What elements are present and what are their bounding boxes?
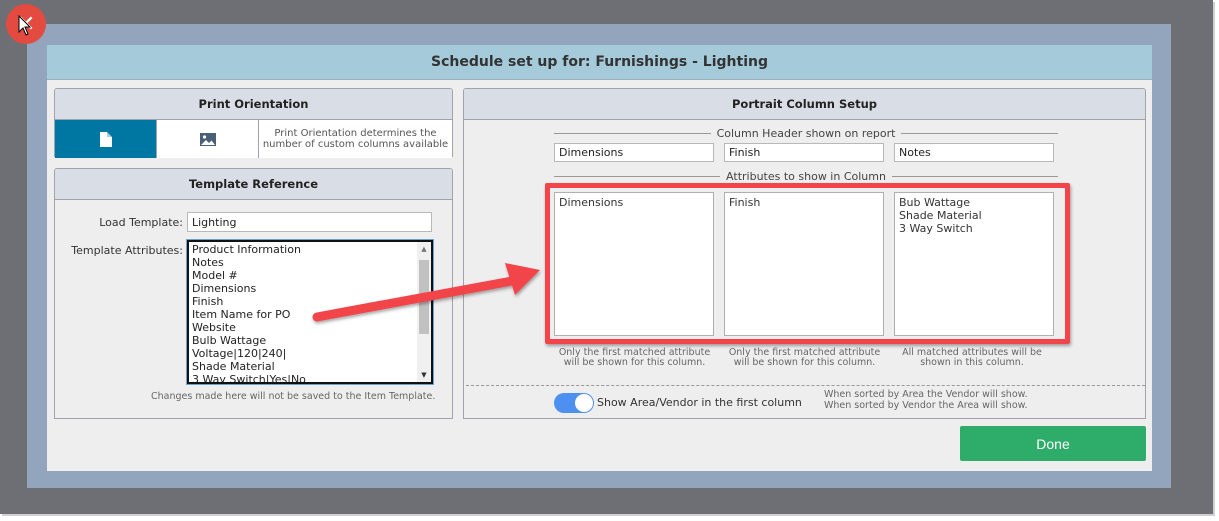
portrait-column-heading: Portrait Column Setup xyxy=(464,89,1145,120)
section-divider xyxy=(466,385,1145,386)
template-attribute-item[interactable]: Notes xyxy=(192,256,431,269)
attributes-column-label: Attributes to show in Column xyxy=(726,170,886,183)
load-template-label: Load Template: xyxy=(99,216,183,229)
mouse-cursor-icon xyxy=(18,15,32,36)
toggle-note-line-2: When sorted by Vendor the Area will show… xyxy=(824,400,1028,411)
scroll-thumb[interactable] xyxy=(419,260,429,334)
column-3-header-input[interactable] xyxy=(894,143,1054,162)
done-button[interactable]: Done xyxy=(960,426,1146,461)
image-icon xyxy=(199,132,216,146)
landscape-orientation-button[interactable] xyxy=(157,120,259,158)
dialog-title: Schedule set up for: Furnishings - Light… xyxy=(47,45,1152,80)
print-orientation-heading: Print Orientation xyxy=(55,89,452,120)
template-attribute-item[interactable]: Bulb Wattage xyxy=(192,334,431,347)
template-attribute-item[interactable]: Shade Material xyxy=(192,360,431,373)
show-area-vendor-toggle[interactable] xyxy=(554,393,594,413)
portrait-column-setup-panel: Portrait Column Setup Column Header show… xyxy=(463,88,1146,419)
scroll-up-icon[interactable]: ▲ xyxy=(417,242,431,256)
column-2-hint: Only the first matched attribute will be… xyxy=(728,347,881,368)
template-note: Changes made here will not be saved to t… xyxy=(151,391,436,402)
template-attribute-item[interactable]: Model # xyxy=(192,269,431,282)
template-attributes-label: Template Attributes: xyxy=(71,244,183,257)
template-attributes-list[interactable]: Product Information Notes Model # Dimension… xyxy=(187,240,433,384)
column-2-header-input[interactable] xyxy=(724,143,884,162)
column-3-hint: All matched attributes will be shown in … xyxy=(902,347,1042,368)
toggle-note-line-1: When sorted by Area the Vendor will show… xyxy=(824,389,1028,400)
column-1-header-input[interactable] xyxy=(554,143,714,162)
orientation-description: Print Orientation determines the number … xyxy=(259,120,452,158)
template-attribute-item[interactable]: Finish xyxy=(192,295,431,308)
portrait-orientation-button[interactable] xyxy=(55,120,157,158)
column-2-attributes[interactable]: Finish xyxy=(724,192,884,336)
template-reference-panel: Template Reference Load Template: Templa… xyxy=(54,168,453,419)
template-attribute-item[interactable]: Item Name for PO xyxy=(192,308,431,321)
template-attribute-item[interactable]: Dimensions xyxy=(192,282,431,295)
print-orientation-panel: Print Orientation Print Orientation dete… xyxy=(54,88,453,158)
document-icon xyxy=(99,131,112,147)
column-3-attributes[interactable]: Bub Wattage Shade Material 3 Way Switch xyxy=(894,192,1054,336)
column-1-hint: Only the first matched attribute will be… xyxy=(558,347,711,368)
schedule-setup-dialog: Schedule set up for: Furnishings - Light… xyxy=(47,45,1152,471)
template-attribute-item[interactable]: Product Information xyxy=(192,243,431,256)
column-1-attributes[interactable]: Dimensions xyxy=(554,192,714,336)
toggle-note: When sorted by Area the Vendor will show… xyxy=(824,389,1028,411)
toggle-label: Show Area/Vendor in the first column xyxy=(597,396,802,409)
template-reference-heading: Template Reference xyxy=(55,169,452,200)
template-attribute-item[interactable]: 3 Way Switch|Yes|No xyxy=(192,373,431,382)
column-header-label: Column Header shown on report xyxy=(716,127,896,140)
load-template-input[interactable] xyxy=(187,212,432,232)
template-attribute-item[interactable]: Voltage|120|240| xyxy=(192,347,431,360)
list-scrollbar[interactable]: ▲ ▼ xyxy=(417,242,431,382)
template-attribute-item[interactable]: Website xyxy=(192,321,431,334)
column-header-separator: Column Header shown on report xyxy=(554,127,1058,140)
attributes-separator: Attributes to show in Column xyxy=(554,170,1059,183)
scroll-down-icon[interactable]: ▼ xyxy=(417,368,431,382)
